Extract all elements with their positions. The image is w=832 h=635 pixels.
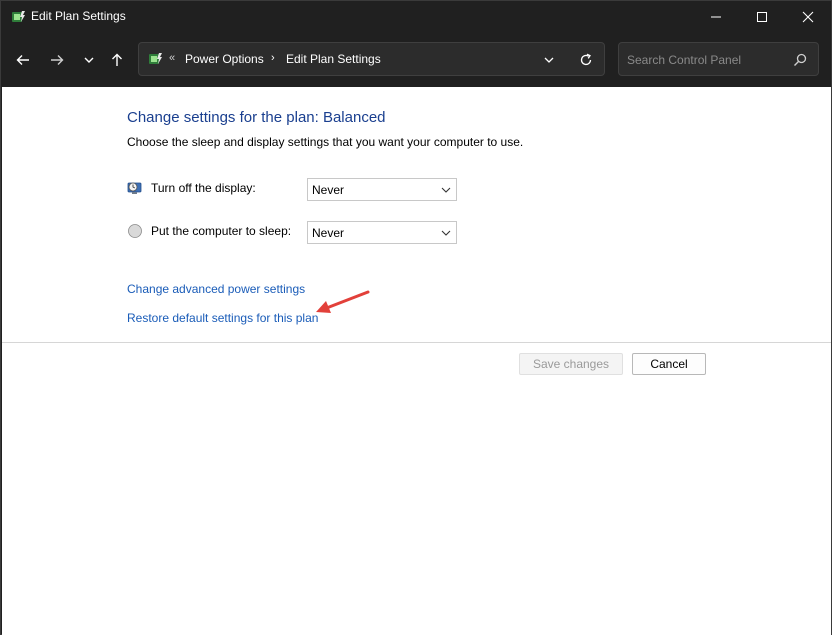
- maximize-icon: [757, 11, 767, 22]
- address-dropdown-button[interactable]: [539, 52, 559, 68]
- chevron-down-icon: [84, 57, 94, 63]
- navigation-bar: « Power Options › Edit Plan Settings: [1, 32, 831, 87]
- address-bar[interactable]: « Power Options › Edit Plan Settings: [138, 42, 605, 76]
- display-timeout-label: Turn off the display:: [151, 181, 256, 195]
- sleep-timeout-value: Never: [312, 226, 345, 240]
- restore-default-settings-link[interactable]: Restore default settings for this plan: [127, 311, 318, 325]
- maximize-button[interactable]: [739, 1, 785, 32]
- page-title: Change settings for the plan: Balanced: [127, 109, 386, 126]
- save-changes-button[interactable]: Save changes: [519, 353, 623, 375]
- refresh-button[interactable]: [576, 51, 596, 69]
- minimize-icon: [711, 16, 721, 17]
- chevron-down-icon: [441, 230, 451, 236]
- monitor-clock-icon: [127, 182, 142, 194]
- display-timeout-value: Never: [312, 183, 345, 197]
- breadcrumb-separator[interactable]: ›: [271, 52, 275, 64]
- moon-icon: [128, 224, 142, 238]
- annotation-arrow-icon: [316, 290, 370, 313]
- title-bar: Edit Plan Settings: [1, 1, 831, 32]
- breadcrumb-edit-plan-settings[interactable]: Edit Plan Settings: [286, 52, 381, 66]
- content-pane: Change settings for the plan: Balanced C…: [2, 87, 831, 635]
- page-description: Choose the sleep and display settings th…: [127, 135, 524, 149]
- up-button[interactable]: [105, 48, 129, 72]
- control-panel-icon: [149, 53, 162, 64]
- power-options-icon: [12, 11, 25, 22]
- sleep-timeout-select[interactable]: Never: [307, 221, 457, 244]
- breadcrumb-overflow[interactable]: «: [169, 52, 175, 64]
- search-icon[interactable]: [792, 52, 808, 68]
- display-timeout-select[interactable]: Never: [307, 178, 457, 201]
- sleep-timeout-label: Put the computer to sleep:: [151, 224, 292, 238]
- forward-button[interactable]: [45, 48, 69, 72]
- search-input[interactable]: [627, 51, 787, 69]
- breadcrumb-power-options[interactable]: Power Options: [185, 52, 264, 66]
- divider: [2, 342, 831, 343]
- arrow-right-icon: [51, 55, 64, 65]
- search-box[interactable]: [618, 42, 819, 76]
- close-button[interactable]: [785, 1, 831, 32]
- window-title: Edit Plan Settings: [31, 9, 126, 23]
- arrow-up-icon: [112, 53, 122, 66]
- change-advanced-power-settings-link[interactable]: Change advanced power settings: [127, 282, 305, 296]
- minimize-button[interactable]: [693, 1, 739, 32]
- arrow-left-icon: [16, 55, 29, 65]
- back-button[interactable]: [11, 48, 35, 72]
- close-icon: [802, 11, 814, 22]
- window: Edit Plan Settings « Power Options › Edi…: [0, 0, 832, 635]
- refresh-icon: [580, 53, 592, 66]
- chevron-down-icon: [544, 57, 554, 63]
- cancel-button[interactable]: Cancel: [632, 353, 706, 375]
- recent-locations-button[interactable]: [77, 48, 101, 72]
- chevron-down-icon: [441, 187, 451, 193]
